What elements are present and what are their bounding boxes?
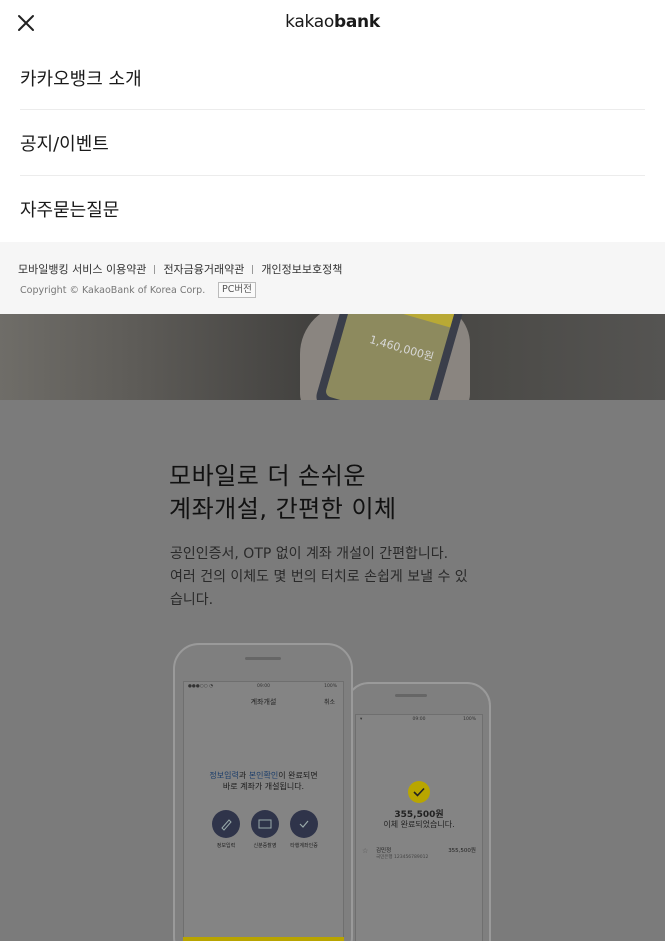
- check-icon: [408, 781, 430, 803]
- footer-links: 모바일뱅킹 서비스 이용약관 전자금융거래약관 개인정보보호정책: [18, 261, 342, 277]
- logo-text-bold: bank: [333, 12, 380, 32]
- menu-item-label: 자주묻는질문: [20, 200, 120, 221]
- footer-link-efinance-terms[interactable]: 전자금융거래약관: [163, 261, 244, 277]
- screen-title: 계좌개설: [250, 698, 277, 706]
- screen-message: 정보입력과 본인확인이 완료되면 바로 계좌가 개설됩니다.: [209, 771, 318, 791]
- hero-photo: 1,460,000원: [0, 314, 665, 400]
- pen-icon: [212, 810, 240, 838]
- tx-account: 국민은행 123456789012: [376, 855, 429, 860]
- menu-item-faq[interactable]: 자주묻는질문: [20, 176, 645, 242]
- check-icon: [290, 810, 318, 838]
- step-label: 타행계좌인증: [290, 843, 318, 849]
- transaction-row: ☆ 김민정 국민은행 123456789012 355,500원: [362, 845, 476, 863]
- id-card-icon: [251, 810, 279, 838]
- tx-value: 355,500원: [448, 848, 476, 854]
- desc-line-2: 여러 건의 이체도 몇 번의 터치로 손쉽게 보낼 수 있: [170, 569, 468, 585]
- status-battery: 100%: [463, 717, 476, 722]
- desc-line-1: 공인인증서, OTP 없이 계좌 개설이 간편합니다.: [170, 546, 449, 562]
- menu-list: 카카오뱅크 소개 공지/이벤트 자주묻는질문: [20, 46, 645, 242]
- footer-link-mobile-terms[interactable]: 모바일뱅킹 서비스 이용약관: [18, 261, 146, 277]
- desc-line-3: 습니다.: [170, 592, 214, 608]
- kakaobank-logo[interactable]: kakaobank: [0, 12, 665, 32]
- steps-row: 정보입력 신분증촬영 타행계좌인증: [184, 810, 343, 860]
- photo-amount: 1,460,000원: [368, 333, 436, 364]
- footer-link-privacy-policy[interactable]: 개인정보보호정책: [261, 261, 342, 277]
- copyright-text: Copyright © KakaoBank of Korea Corp.: [20, 285, 206, 296]
- status-battery: 100%: [324, 684, 337, 689]
- feature-description: 공인인증서, OTP 없이 계좌 개설이 간편합니다. 여러 건의 이체도 몇 …: [170, 543, 500, 612]
- phone-mockup-transfer: ▾ 09:00 100% 355,500원 이체 완료되었습니다. ☆ 김민정 …: [345, 682, 491, 941]
- transfer-done-text: 이체 완료되었습니다.: [383, 820, 455, 829]
- screen-cancel: 취소: [323, 699, 335, 706]
- menu-footer: 모바일뱅킹 서비스 이용약관 전자금융거래약관 개인정보보호정책: [0, 242, 665, 314]
- status-time: 09:00: [257, 684, 270, 689]
- logo-text-light: kakao: [285, 12, 334, 32]
- menu-item-about[interactable]: 카카오뱅크 소개: [20, 46, 645, 110]
- pc-version-button[interactable]: PC버전: [218, 282, 256, 298]
- phone-mockup-account: ●●●○○ ◔ 09:00 100% 계좌개설 취소 정보입력과 본인확인이 완…: [173, 643, 353, 941]
- menu-header: kakaobank: [0, 0, 665, 46]
- phone-bottom-button: [183, 937, 344, 941]
- menu-item-label: 카카오뱅크 소개: [20, 68, 142, 90]
- divider: [252, 264, 254, 274]
- tx-name: 김민정: [376, 848, 392, 854]
- headline-line-1: 모바일로 더 손쉬운: [169, 462, 366, 490]
- feature-headline: 모바일로 더 손쉬운 계좌개설, 간편한 이체: [169, 460, 397, 526]
- menu-item-notice-event[interactable]: 공지/이벤트: [20, 110, 645, 176]
- star-icon: ☆: [362, 847, 369, 855]
- headline-line-2: 계좌개설, 간편한 이체: [169, 495, 397, 523]
- divider: [154, 264, 156, 274]
- menu-item-label: 공지/이벤트: [20, 133, 109, 155]
